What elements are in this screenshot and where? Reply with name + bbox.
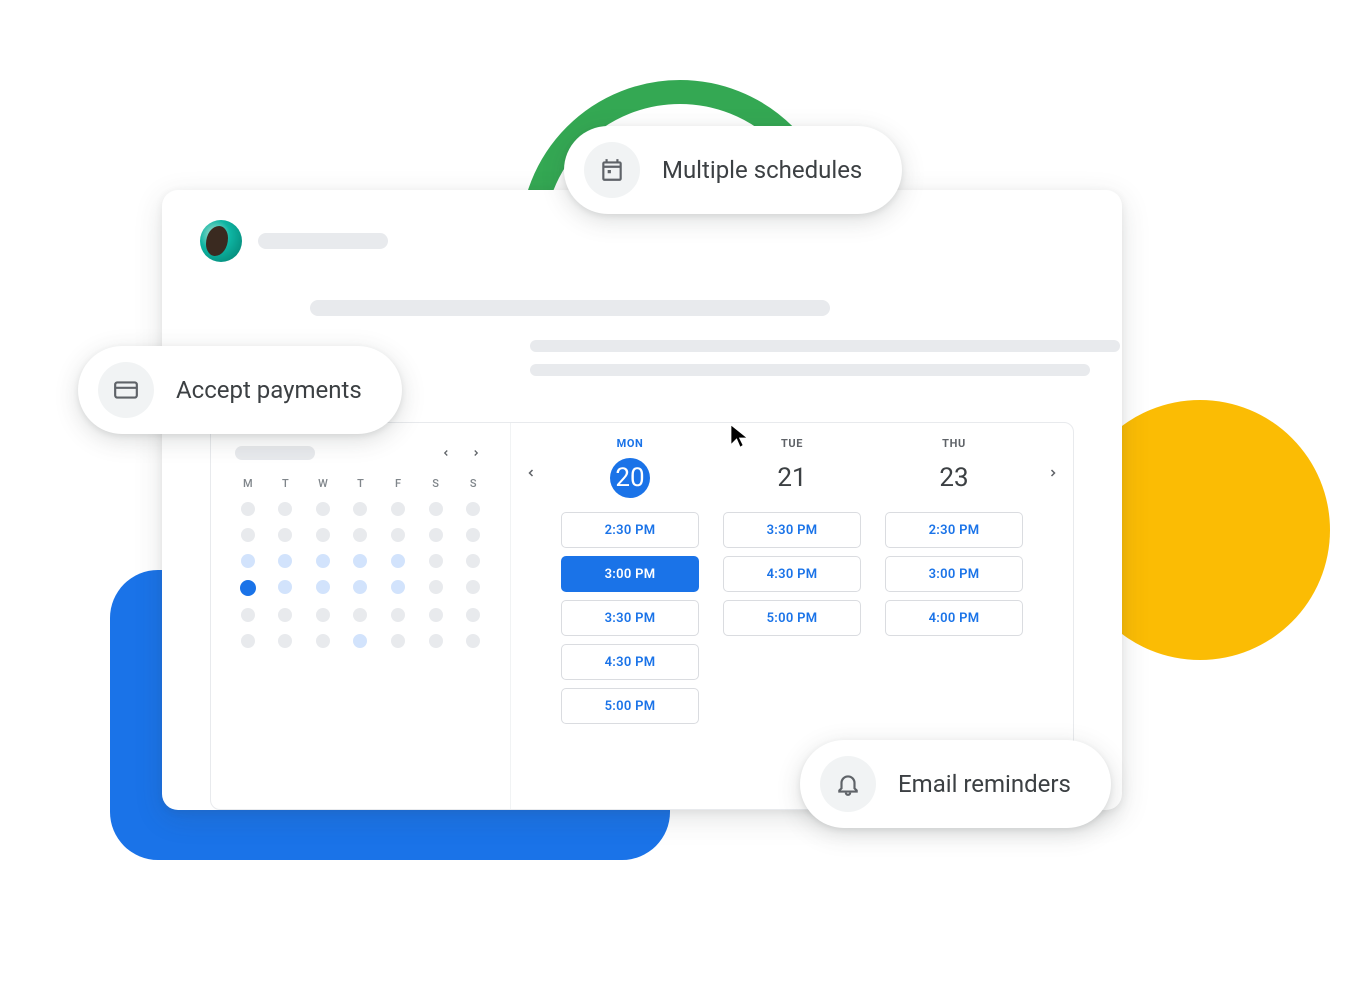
calendar-day[interactable] bbox=[391, 528, 405, 542]
calendar-day[interactable] bbox=[316, 554, 330, 568]
calendar-day[interactable] bbox=[466, 580, 480, 594]
calendar-day[interactable] bbox=[466, 502, 480, 516]
calendar-day[interactable] bbox=[353, 502, 367, 516]
calendar-day[interactable] bbox=[391, 502, 405, 516]
calendar-day[interactable] bbox=[241, 554, 255, 568]
placeholder-title bbox=[310, 300, 830, 316]
chevron-right-icon bbox=[1047, 467, 1059, 479]
slots-next-button[interactable] bbox=[1041, 467, 1065, 479]
calendar-day[interactable] bbox=[316, 608, 330, 622]
calendar-day[interactable] bbox=[316, 528, 330, 542]
calendar-day[interactable] bbox=[278, 634, 292, 648]
day-header-dow: THU bbox=[942, 437, 966, 450]
calendar-day[interactable] bbox=[429, 528, 443, 542]
calendar-day[interactable] bbox=[466, 634, 480, 648]
time-slot-button[interactable]: 2:30 PM bbox=[885, 512, 1023, 548]
calendar-day[interactable] bbox=[316, 502, 330, 516]
time-slot-button[interactable]: 3:00 PM bbox=[885, 556, 1023, 592]
feature-pill-reminders: Email reminders bbox=[800, 740, 1111, 828]
time-slot-button[interactable]: 4:30 PM bbox=[561, 644, 699, 680]
time-slot-button[interactable]: 3:30 PM bbox=[561, 600, 699, 636]
calendar-day[interactable] bbox=[466, 528, 480, 542]
feature-pill-label: Accept payments bbox=[176, 376, 362, 404]
avatar bbox=[200, 220, 242, 262]
placeholder-line-2 bbox=[530, 364, 1090, 376]
calendar-day[interactable] bbox=[429, 580, 443, 594]
dow-label: T bbox=[357, 477, 364, 490]
day-header-dow: TUE bbox=[781, 437, 803, 450]
calendar-day[interactable] bbox=[429, 502, 443, 516]
time-slot-button[interactable]: 4:30 PM bbox=[723, 556, 861, 592]
dow-label: S bbox=[470, 477, 477, 490]
booking-card: M T W T F S S MON 20 2:30 PM 3:00 PM 3:30 PM 4:30 P… bbox=[162, 190, 1122, 810]
feature-pill-payments: Accept payments bbox=[78, 346, 402, 434]
day-header-dow: MON bbox=[617, 437, 644, 450]
time-slot-button[interactable]: 3:30 PM bbox=[723, 512, 861, 548]
calendar-day[interactable] bbox=[278, 554, 292, 568]
day-header-number[interactable]: 20 bbox=[610, 458, 650, 498]
calendar-day[interactable] bbox=[240, 580, 256, 596]
calendar-day[interactable] bbox=[466, 608, 480, 622]
dow-label: W bbox=[318, 477, 328, 490]
mini-cal-next-button[interactable] bbox=[466, 443, 486, 463]
calendar-day[interactable] bbox=[353, 608, 367, 622]
calendar-day[interactable] bbox=[353, 528, 367, 542]
chevron-left-icon bbox=[525, 467, 537, 479]
calendar-day[interactable] bbox=[278, 528, 292, 542]
placeholder-line-1 bbox=[530, 340, 1120, 352]
placeholder-month bbox=[235, 446, 315, 460]
day-header-number[interactable]: 23 bbox=[934, 458, 974, 498]
calendar-day[interactable] bbox=[241, 502, 255, 516]
calendar-day[interactable] bbox=[278, 608, 292, 622]
dow-label: S bbox=[432, 477, 439, 490]
mini-calendar: MTWTFSS bbox=[211, 423, 511, 809]
dow-label: M bbox=[243, 477, 253, 490]
calendar-day[interactable] bbox=[429, 554, 443, 568]
credit-card-icon bbox=[98, 362, 154, 418]
feature-pill-label: Email reminders bbox=[898, 770, 1071, 798]
calendar-day[interactable] bbox=[278, 580, 292, 594]
mini-cal-prev-button[interactable] bbox=[436, 443, 456, 463]
placeholder-name bbox=[258, 233, 388, 249]
calendar-day[interactable] bbox=[353, 554, 367, 568]
calendar-day[interactable] bbox=[391, 554, 405, 568]
time-slot-button[interactable]: 2:30 PM bbox=[561, 512, 699, 548]
day-header-number[interactable]: 21 bbox=[772, 458, 812, 498]
calendar-day[interactable] bbox=[391, 634, 405, 648]
bell-icon bbox=[820, 756, 876, 812]
calendar-day[interactable] bbox=[241, 528, 255, 542]
calendar-day[interactable] bbox=[391, 580, 405, 594]
calendar-day[interactable] bbox=[316, 634, 330, 648]
time-slot-button[interactable]: 4:00 PM bbox=[885, 600, 1023, 636]
chevron-right-icon bbox=[471, 448, 481, 458]
dow-label: T bbox=[282, 477, 289, 490]
calendar-day[interactable] bbox=[241, 608, 255, 622]
calendar-day[interactable] bbox=[429, 634, 443, 648]
time-slot-button[interactable]: 5:00 PM bbox=[723, 600, 861, 636]
calendar-day[interactable] bbox=[353, 580, 367, 594]
calendar-day[interactable] bbox=[316, 580, 330, 594]
calendar-day[interactable] bbox=[353, 634, 367, 648]
calendar-day[interactable] bbox=[466, 554, 480, 568]
feature-pill-label: Multiple schedules bbox=[662, 156, 862, 184]
calendar-icon bbox=[584, 142, 640, 198]
calendar-day[interactable] bbox=[391, 608, 405, 622]
time-slot-button[interactable]: 3:00 PM bbox=[561, 556, 699, 592]
chevron-left-icon bbox=[441, 448, 451, 458]
calendar-day[interactable] bbox=[241, 634, 255, 648]
slots-prev-button[interactable] bbox=[519, 467, 543, 479]
calendar-day[interactable] bbox=[429, 608, 443, 622]
dow-label: F bbox=[395, 477, 401, 490]
time-slot-button[interactable]: 5:00 PM bbox=[561, 688, 699, 724]
feature-pill-schedules: Multiple schedules bbox=[564, 126, 902, 214]
calendar-day[interactable] bbox=[278, 502, 292, 516]
